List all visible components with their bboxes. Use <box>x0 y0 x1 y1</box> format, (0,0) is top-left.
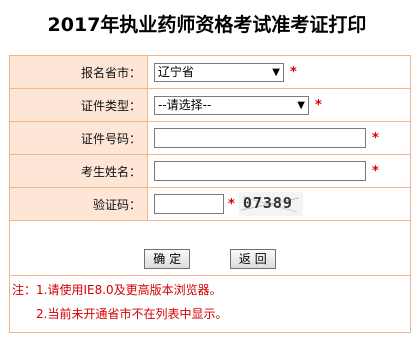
notes-row: 注：1.请使用IE8.0及更高版本浏览器。 2.当前未开通省市不在列表中显示。 <box>9 275 411 333</box>
id-number-row: 证件号码： * <box>9 121 411 155</box>
exam-ticket-form: 报名省市： 辽宁省 ▼ * 证件类型： --请选择-- ▼ * 证件号码： * … <box>9 55 411 333</box>
captcha-image[interactable]: 07389 <box>238 192 303 216</box>
required-marker: * <box>290 64 297 80</box>
captcha-text: 07389 <box>242 194 293 212</box>
province-select[interactable]: 辽宁省 ▼ <box>154 62 284 82</box>
id-type-select[interactable]: --请选择-- ▼ <box>154 95 309 115</box>
required-marker: * <box>372 130 379 146</box>
dropdown-arrow-icon: ▼ <box>272 66 280 78</box>
dropdown-arrow-icon: ▼ <box>297 99 305 111</box>
id-type-select-value: --请选择-- <box>158 97 212 112</box>
province-select-value: 辽宁省 <box>158 64 195 79</box>
required-marker: * <box>315 97 322 113</box>
required-marker: * <box>228 196 235 212</box>
captcha-label: 验证码： <box>9 187 148 221</box>
province-label: 报名省市： <box>9 55 148 89</box>
name-input[interactable] <box>154 161 366 181</box>
id-type-row: 证件类型： --请选择-- ▼ * <box>9 88 411 122</box>
page-title: 2017年执业药师资格考试准考证打印 <box>47 14 367 36</box>
name-label: 考生姓名： <box>9 154 148 188</box>
note-browser: 注：1.请使用IE8.0及更高版本浏览器。 <box>12 283 222 297</box>
id-number-input[interactable] <box>154 128 366 148</box>
captcha-input[interactable] <box>154 194 224 214</box>
name-row: 考生姓名： * <box>9 154 411 188</box>
note-province-list: 2.当前未开通省市不在列表中显示。 <box>36 307 228 321</box>
id-type-label: 证件类型： <box>9 88 148 122</box>
province-row: 报名省市： 辽宁省 ▼ * <box>9 55 411 89</box>
confirm-button[interactable]: 确 定 <box>144 249 191 269</box>
button-row: 确 定 返 回 <box>9 220 411 276</box>
back-button[interactable]: 返 回 <box>229 249 276 269</box>
required-marker: * <box>372 163 379 179</box>
captcha-row: 验证码： * 07389 <box>9 187 411 221</box>
id-number-label: 证件号码： <box>9 121 148 155</box>
